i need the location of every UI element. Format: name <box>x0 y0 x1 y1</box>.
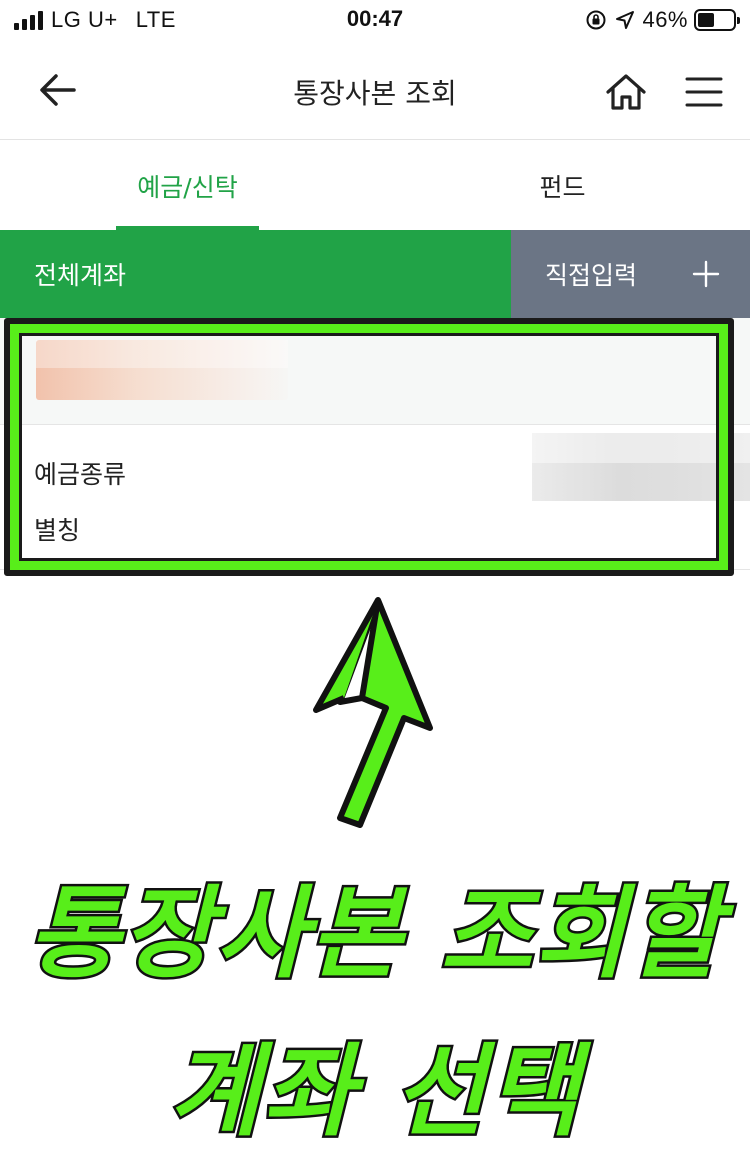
battery-fill <box>698 13 714 27</box>
pointer-arrow-icon <box>313 597 433 828</box>
account-subtabs: 전체계좌 직접입력 <box>0 230 750 318</box>
annotation-caption-line1: 통장사본 조회할 <box>25 873 723 995</box>
tab-fund[interactable]: 펀드 <box>375 141 750 230</box>
all-accounts-label: 전체계좌 <box>34 261 127 290</box>
home-icon <box>606 74 646 110</box>
menu-button[interactable] <box>678 66 730 118</box>
direct-input-tab[interactable]: 직접입력 <box>511 230 750 318</box>
menu-icon <box>685 77 723 107</box>
home-button[interactable] <box>600 66 652 118</box>
product-tabs: 예금/신탁 펀드 <box>0 141 750 230</box>
app-header: 통장사본 조회 <box>0 40 750 140</box>
rotation-lock-icon <box>586 10 606 30</box>
plus-icon <box>692 260 720 288</box>
direct-input-label: 직접입력 <box>545 261 638 290</box>
highlight-frame <box>4 318 734 576</box>
battery-percent: 46% <box>642 7 688 32</box>
annotation-caption-line2: 계좌 선택 <box>166 1031 582 1152</box>
tab-deposit-trust[interactable]: 예금/신탁 <box>0 141 375 230</box>
location-icon <box>616 11 635 29</box>
all-accounts-tab[interactable]: 전체계좌 <box>0 230 511 318</box>
battery-icon <box>694 9 740 31</box>
status-bar: LG U+ LTE 00:47 46% <box>0 0 750 40</box>
